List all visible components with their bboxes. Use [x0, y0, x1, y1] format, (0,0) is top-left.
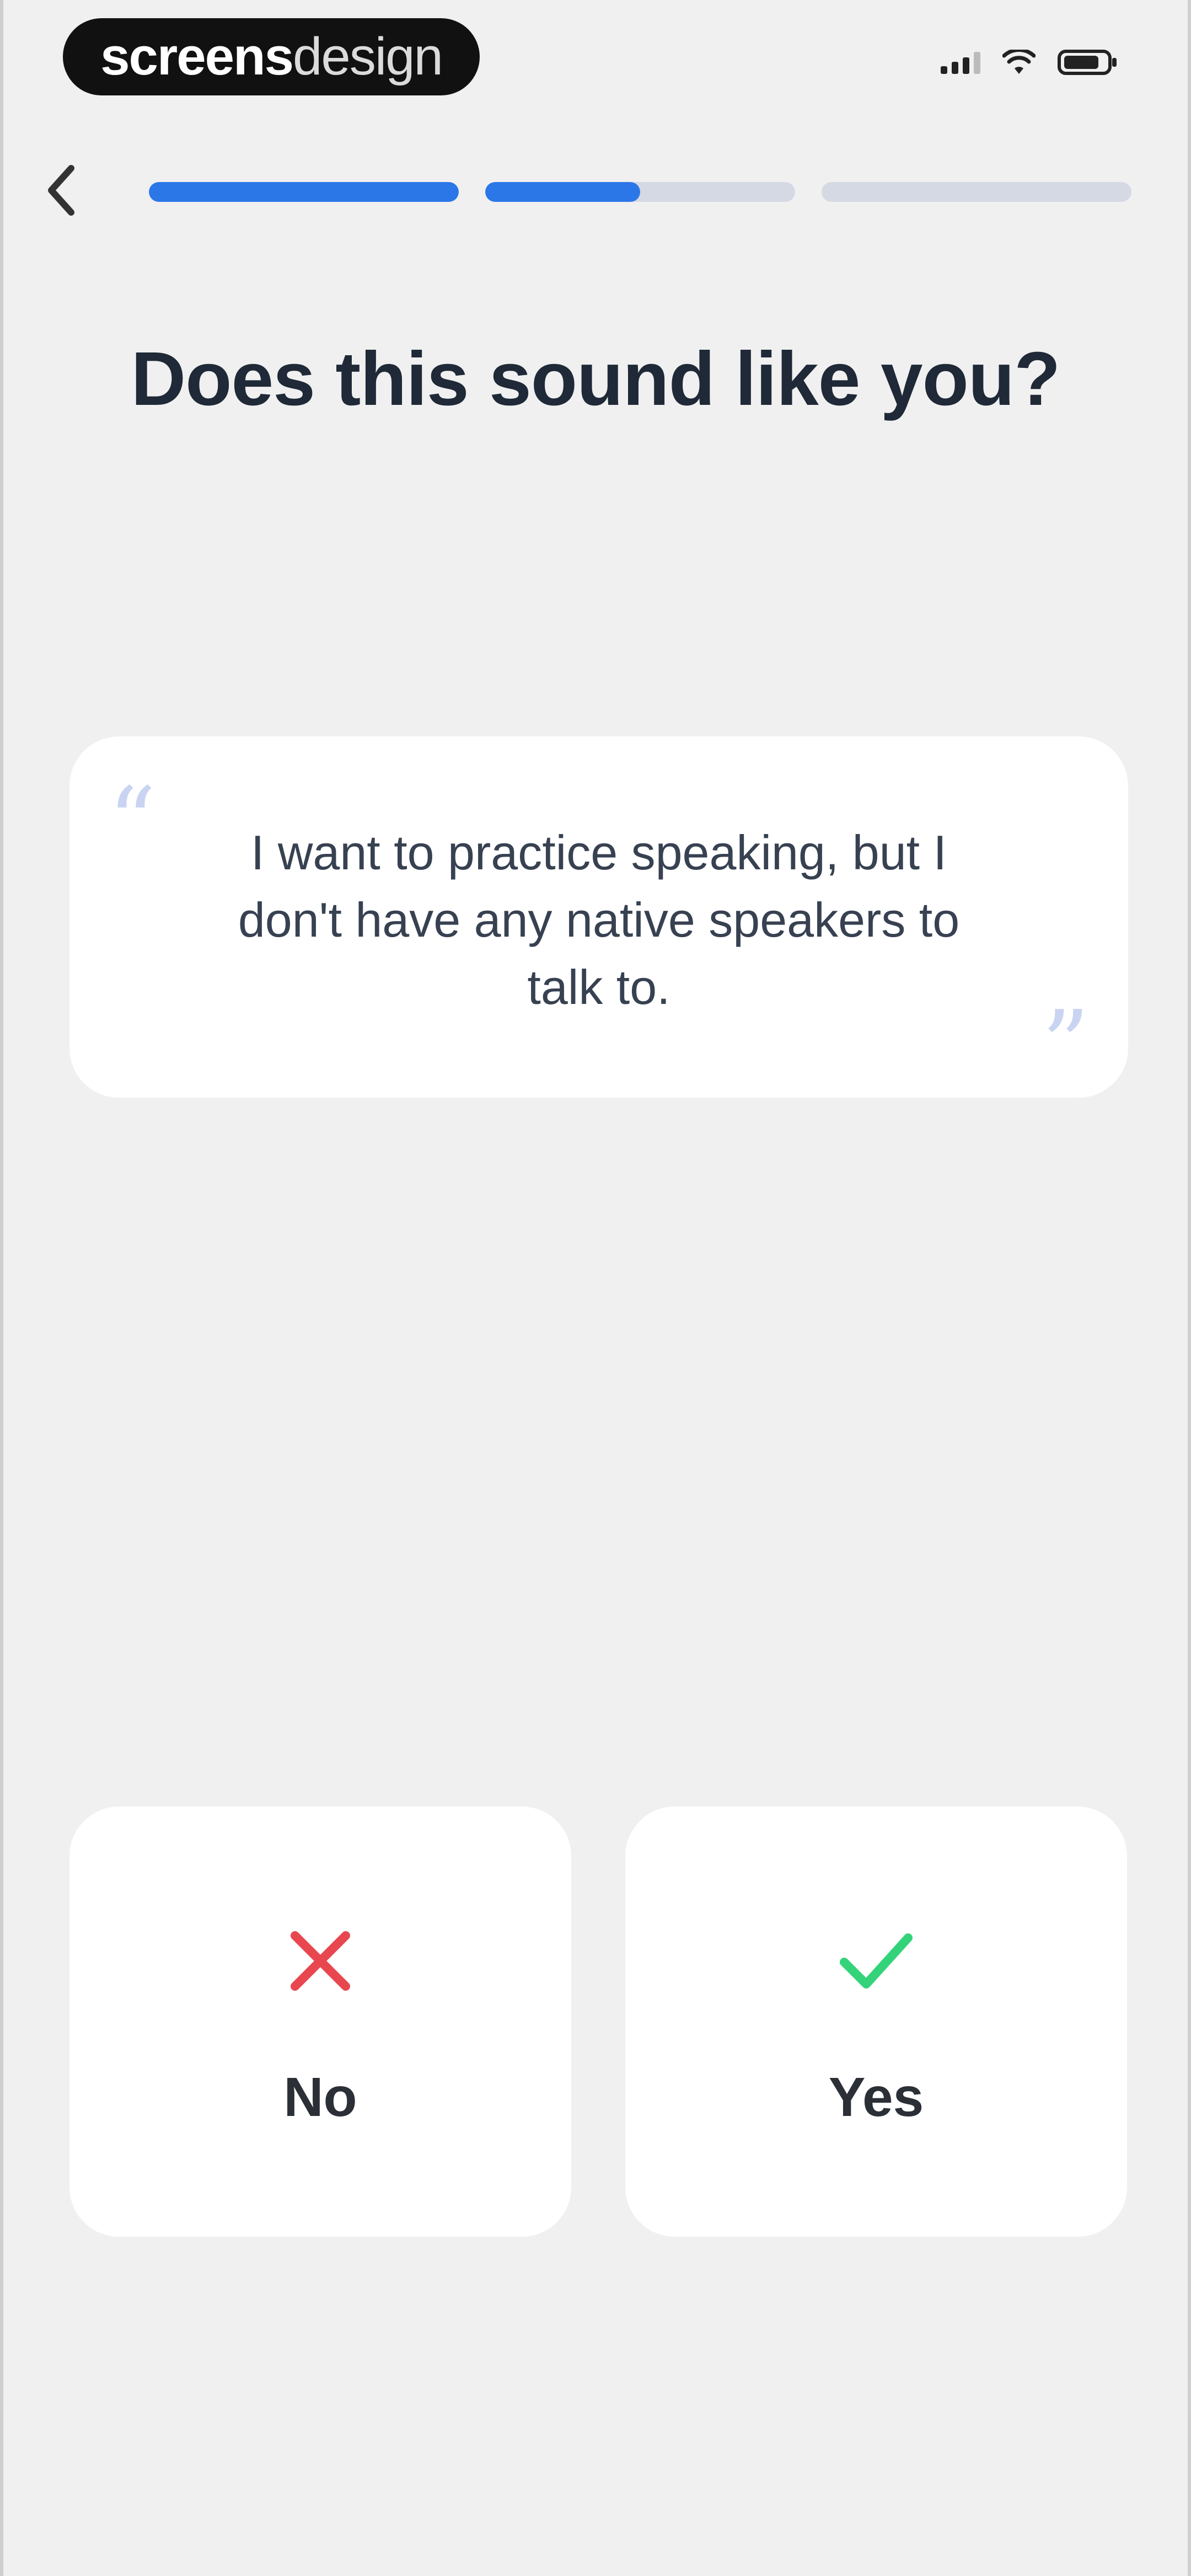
- x-icon: [69, 1928, 571, 1994]
- onboarding-screen: screens design Does this sound like you?…: [0, 0, 1191, 2576]
- status-icons: [941, 49, 1118, 76]
- progress-segment: [822, 182, 1131, 202]
- chevron-left-icon: [48, 165, 74, 216]
- watermark-bold: screens: [100, 27, 294, 86]
- progress-fill: [149, 182, 459, 202]
- no-button[interactable]: No: [69, 1807, 571, 2237]
- page-title: Does this sound like you?: [131, 336, 1061, 421]
- quote-card: “ I want to practice speaking, but I don…: [69, 736, 1128, 1098]
- watermark-light: design: [293, 27, 443, 86]
- screensdesign-watermark: screens design: [63, 18, 480, 95]
- progress-segment: [485, 182, 795, 202]
- yes-label: Yes: [828, 2066, 924, 2128]
- close-quote-icon: ”: [1042, 991, 1090, 1100]
- back-button[interactable]: [36, 157, 86, 223]
- signal-icon: [941, 51, 980, 74]
- no-label: No: [283, 2066, 357, 2128]
- battery-icon: [1058, 49, 1118, 76]
- progress-fill: [485, 182, 640, 202]
- progress-bar: [149, 182, 1131, 202]
- open-quote-icon: “: [108, 767, 156, 877]
- wifi-icon: [1002, 50, 1036, 75]
- check-icon: [625, 1928, 1127, 1994]
- yes-button[interactable]: Yes: [625, 1807, 1127, 2237]
- quote-text: I want to practice speaking, but I don't…: [238, 825, 960, 1014]
- progress-segment: [149, 182, 459, 202]
